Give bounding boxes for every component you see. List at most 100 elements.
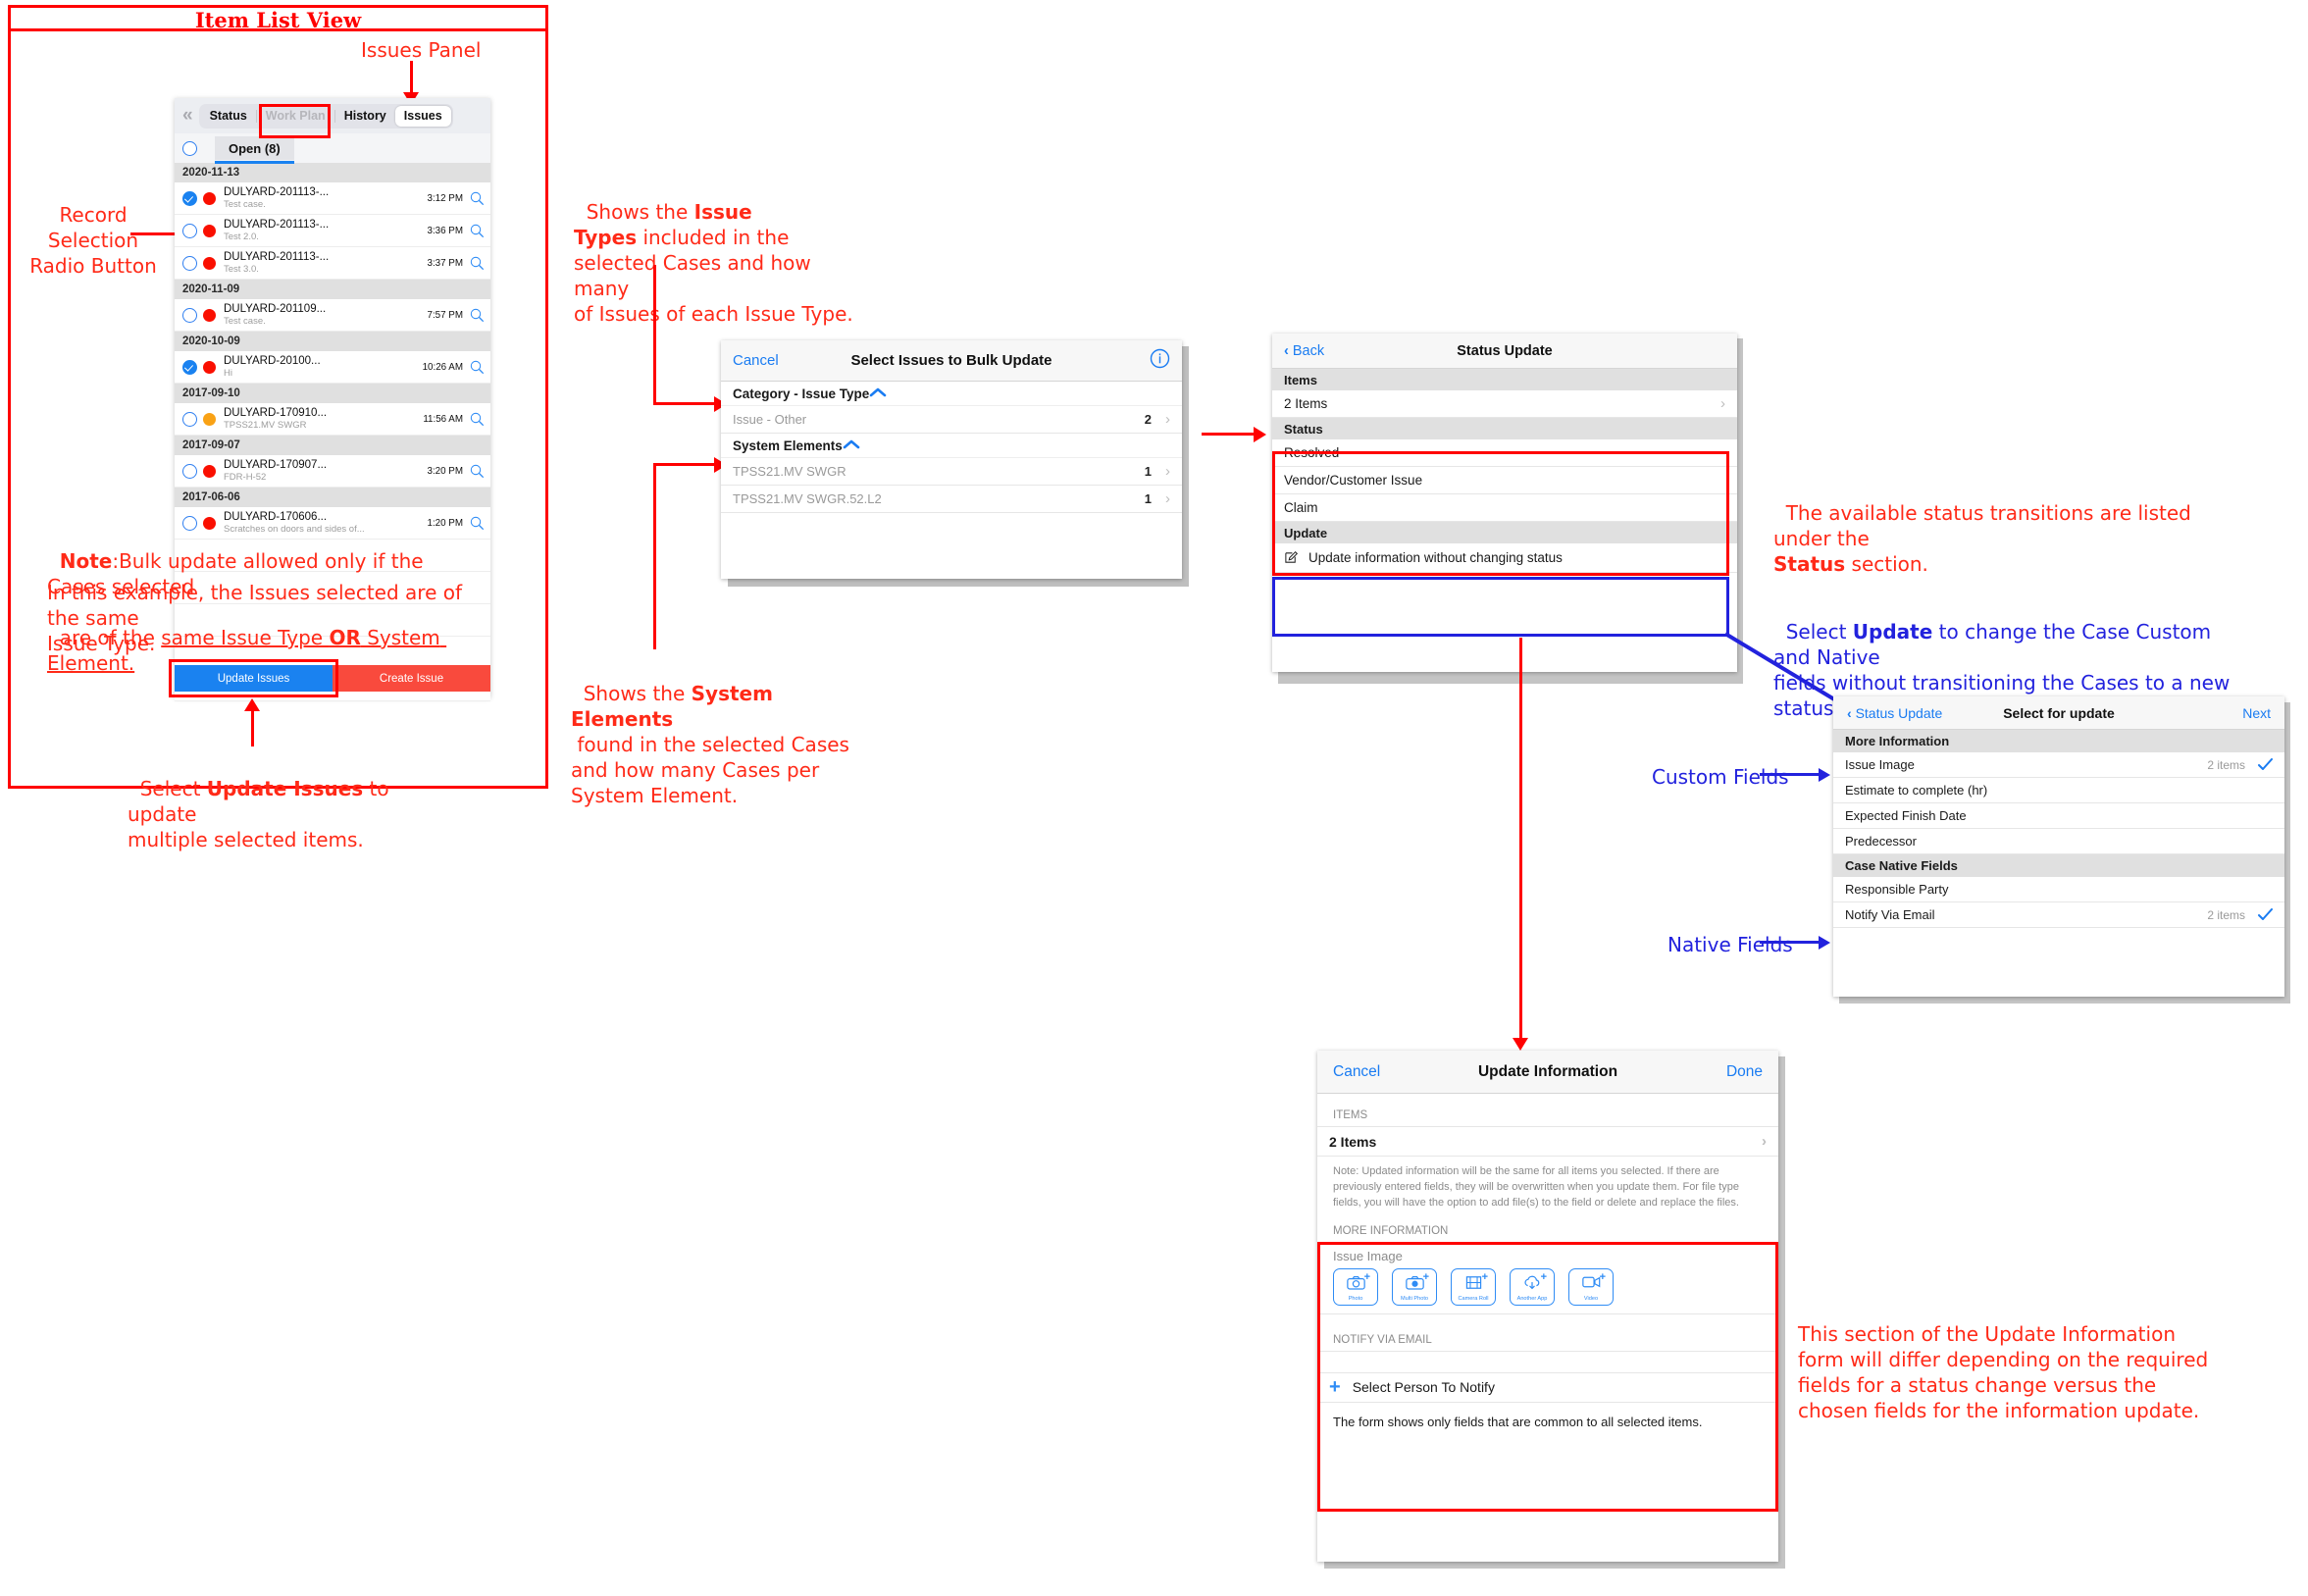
list-item[interactable]: DULYARD-201113-... Test 2.0. 3:36 PM: [175, 215, 490, 247]
bulk-update-body: Category - Issue Type Issue - Other 2 › Syst…: [721, 382, 1182, 513]
item-list-open-bar: Open (8): [175, 133, 490, 164]
chevron-right-icon: ›: [1165, 411, 1170, 428]
update-info-items-row[interactable]: 2 Items ›: [1317, 1127, 1778, 1157]
arrow-issue-types-h: [653, 402, 716, 405]
se-pre: Shows the: [583, 682, 692, 705]
update-info-items-header: ITEMS: [1317, 1109, 1778, 1127]
status-update-title: Status Update: [1457, 342, 1553, 359]
record-selection-radio[interactable]: [182, 463, 197, 479]
bulk-row[interactable]: TPSS21.MV SWGR.52.L2 1 ›: [721, 486, 1182, 513]
record-selection-radio[interactable]: [182, 190, 197, 206]
bulk-update-cancel-button[interactable]: Cancel: [733, 352, 779, 369]
arrow-native-fields-head: [1819, 936, 1830, 950]
sfu-row[interactable]: Issue Image 2 items: [1833, 752, 2284, 778]
list-item[interactable]: DULYARD-201113-... Test case. 3:12 PM: [175, 182, 490, 215]
update-information-cancel-button[interactable]: Cancel: [1333, 1063, 1380, 1081]
status-dot: [203, 360, 216, 374]
update-info-items-label: 2 Items: [1329, 1133, 1377, 1150]
sfu-row-value: 2 items: [2207, 907, 2245, 922]
next-button[interactable]: Next: [2242, 705, 2271, 721]
bulk-update-panel: Cancel Select Issues to Bulk Update Cate…: [721, 340, 1182, 579]
chevron-left-icon: ‹: [1847, 704, 1852, 721]
list-item[interactable]: DULYARD-201113-... Test 3.0. 3:37 PM: [175, 247, 490, 280]
record-selection-radio[interactable]: [182, 223, 197, 238]
bulk-row-label: Issue - Other: [733, 412, 807, 427]
select-all-radio[interactable]: [182, 140, 197, 156]
bulk-section-header[interactable]: System Elements: [721, 434, 1182, 458]
status-section-header: Status: [1272, 418, 1737, 439]
list-item[interactable]: DULYARD-170910... TPSS21.MV SWGR 11:56 AM: [175, 403, 490, 436]
update-information-done-button[interactable]: Done: [1726, 1063, 1763, 1081]
arrow-native-fields-line: [1760, 941, 1821, 944]
list-item[interactable]: DULYARD-201109... Test case. 7:57 PM: [175, 299, 490, 332]
ui-note-pre: Select: [139, 777, 207, 800]
chevron-up-icon[interactable]: [869, 386, 887, 401]
sfu-section-header: Case Native Fields: [1833, 854, 2284, 877]
tab-issues[interactable]: Issues: [394, 105, 451, 127]
list-item-title: DULYARD-170910...: [224, 407, 328, 419]
status-update-items-row[interactable]: 2 Items ›: [1272, 390, 1737, 418]
sfu-row-label: Predecessor: [1845, 834, 1917, 849]
date-group-header: 2020-10-09: [175, 332, 490, 351]
annotation-custom-fields: Custom Fields: [1652, 765, 1789, 789]
arrow-status-to-update-info-head: [1513, 1038, 1528, 1051]
status-update-navbar: ‹ Back Status Update: [1272, 334, 1737, 369]
sfu-row[interactable]: Estimate to complete (hr): [1833, 778, 2284, 803]
list-item-title: DULYARD-201113-...: [224, 219, 330, 231]
update-section-highlight: [1272, 577, 1729, 637]
bulk-row-count: 1: [1144, 464, 1152, 479]
chevron-right-icon: ›: [1165, 490, 1170, 507]
sfu-row[interactable]: Responsible Party: [1833, 877, 2284, 902]
list-item-subtitle: TPSS21.MV SWGR: [224, 420, 307, 431]
list-item-subtitle: Test case.: [224, 199, 266, 210]
update-information-title: Update Information: [1477, 1062, 1618, 1080]
list-item[interactable]: DULYARD-20100... Hi 10:26 AM: [175, 351, 490, 384]
sfu-row-label: Estimate to complete (hr): [1845, 783, 1988, 798]
record-selection-radio[interactable]: [182, 307, 197, 323]
bulk-row[interactable]: TPSS21.MV SWGR 1 ›: [721, 458, 1182, 486]
tab-status[interactable]: Status: [201, 109, 256, 123]
bulk-update-navbar: Cancel Select Issues to Bulk Update: [721, 340, 1182, 382]
list-item-time: 3:37 PM: [427, 257, 464, 269]
record-selection-radio[interactable]: [182, 411, 197, 427]
annotation-issues-panel: Issues Panel: [361, 38, 482, 62]
info-circle-icon[interactable]: [1150, 348, 1170, 373]
tab-open-count[interactable]: Open (8): [215, 136, 294, 164]
st-bold: Status: [1773, 552, 1846, 576]
record-selection-radio[interactable]: [182, 359, 197, 375]
arrow-record-selection-line: [130, 232, 180, 235]
arrow-update-issues-line: [251, 709, 254, 747]
annotation-system-elements: Shows the System Elements found in the s…: [571, 655, 855, 808]
list-item-time: 11:56 AM: [423, 413, 463, 425]
item-list-view-title-bar: Item List View: [8, 5, 548, 32]
annotation-native-fields: Native Fields: [1667, 933, 1793, 956]
sfu-row-label: Responsible Party: [1845, 882, 1949, 897]
bulk-update-title: Select Issues to Bulk Update: [850, 352, 1052, 369]
arrow-update-issues-head: [244, 698, 260, 711]
arrow-system-elements-h: [653, 463, 716, 466]
status-dot: [203, 256, 216, 270]
record-selection-radio[interactable]: [182, 255, 197, 271]
status-dot: [203, 464, 216, 478]
bulk-row[interactable]: Issue - Other 2 ›: [721, 406, 1182, 434]
arrow-bulk-to-status-head: [1254, 427, 1266, 442]
list-item[interactable]: DULYARD-170907... FDR-H-52 3:20 PM: [175, 455, 490, 488]
chevron-right-icon: ›: [1165, 463, 1170, 480]
chevron-up-icon[interactable]: [843, 438, 860, 453]
sfu-row[interactable]: Predecessor: [1833, 829, 2284, 854]
status-update-back-button[interactable]: ‹ Back: [1284, 343, 1324, 359]
status-section-highlight: [1272, 451, 1729, 576]
tab-history[interactable]: History: [335, 109, 395, 123]
double-chevron-left-icon[interactable]: «: [182, 105, 193, 127]
list-item-title: DULYARD-20100...: [224, 355, 321, 367]
status-dot: [203, 191, 216, 205]
select-for-update-panel: ‹ Status Update Select for update Next M…: [1833, 696, 2284, 997]
sfu-row[interactable]: Notify Via Email 2 items: [1833, 902, 2284, 928]
bulk-section-header[interactable]: Category - Issue Type: [721, 382, 1182, 406]
list-item-title: DULYARD-201113-...: [224, 186, 330, 198]
annotation-same-issue-type: In this example, the Issues selected are…: [47, 581, 463, 655]
sfu-row-value: 2 items: [2207, 757, 2245, 772]
select-for-update-navbar: ‹ Status Update Select for update Next: [1833, 696, 2284, 730]
select-for-update-back-button[interactable]: ‹ Status Update: [1847, 705, 1942, 721]
sfu-row[interactable]: Expected Finish Date: [1833, 803, 2284, 829]
